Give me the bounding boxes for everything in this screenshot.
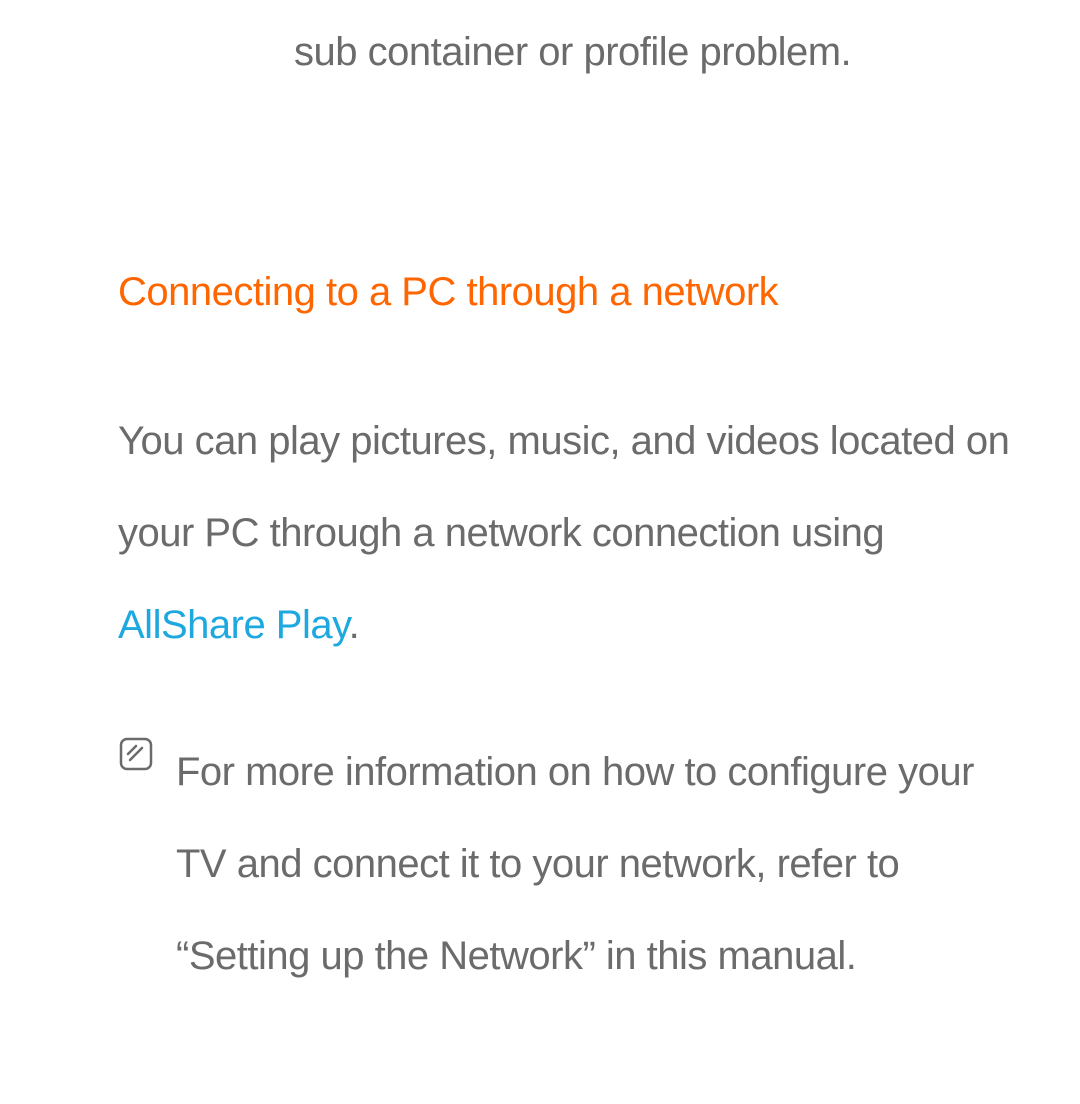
paragraph-text-2: . [349, 603, 360, 647]
paragraph-text-1: You can play pictures, music, and videos… [118, 419, 1009, 555]
allshare-play-link[interactable]: AllShare Play [118, 603, 349, 647]
continuation-text: sub container or profile problem. [118, 0, 1020, 75]
note-body-text: For more information on how to configure… [118, 726, 1020, 1002]
note-section: For more information on how to configure… [118, 671, 1020, 1002]
page-content: sub container or profile problem. Connec… [0, 0, 1080, 1002]
section-heading: Connecting to a PC through a network [118, 75, 1020, 315]
intro-paragraph: You can play pictures, music, and videos… [118, 315, 1020, 671]
note-icon [118, 736, 154, 777]
